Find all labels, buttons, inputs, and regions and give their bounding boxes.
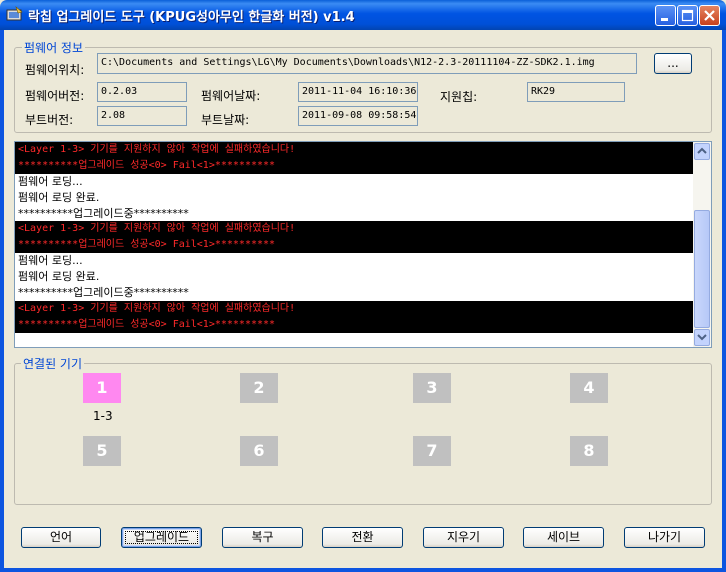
- app-icon: [6, 6, 23, 21]
- title-bar[interactable]: 락칩 업그레이드 도구 (KPUG성아무인 한글화 버전) v1.4: [0, 0, 726, 30]
- scroll-thumb[interactable]: [694, 210, 710, 328]
- log-line: **********업그레이드중**********: [18, 286, 189, 300]
- minimize-button[interactable]: [655, 5, 676, 26]
- language-button[interactable]: 언어: [21, 527, 101, 548]
- chevron-down-icon: [697, 334, 707, 341]
- log-line-error: <Layer 1-3> 기기를 지원하지 않아 작업에 실패하였습니다!: [15, 142, 693, 158]
- minimize-icon: [661, 18, 668, 21]
- log-line: 펌웨어 로딩...: [18, 254, 83, 268]
- log-line: 펌웨어 로딩...: [18, 174, 83, 188]
- maximize-button[interactable]: [677, 5, 698, 26]
- firmware-date-label: 펌웨어날짜:: [201, 89, 261, 103]
- boot-version-field: 2.08: [97, 106, 187, 126]
- window-border-left: [0, 30, 4, 572]
- restore-button[interactable]: 복구: [222, 527, 303, 548]
- device-slot-8[interactable]: 8: [570, 436, 608, 466]
- log-line: **********업그레이드중**********: [18, 206, 189, 220]
- log-scrollbar[interactable]: [693, 142, 711, 347]
- window-border-right: [722, 30, 726, 572]
- log-line-error: **********업그레이드 성공<0> Fail<1>**********: [15, 157, 693, 174]
- window-border-bottom: [0, 568, 726, 572]
- chevron-up-icon: [697, 147, 707, 154]
- log-line-error: <Layer 1-3> 기기를 지원하지 않아 작업에 실패하였습니다!: [15, 221, 693, 238]
- device-slot-6[interactable]: 6: [240, 436, 278, 466]
- save-button[interactable]: 세이브: [523, 527, 604, 548]
- maximize-icon: [681, 9, 694, 22]
- firmware-date-field: 2011-11-04 16:10:36: [298, 82, 418, 102]
- device-slot-1-location: 1-3: [93, 409, 113, 423]
- firmware-info-group-label: 펌웨어 정보: [22, 39, 86, 56]
- switch-button[interactable]: 전환: [322, 527, 403, 548]
- connected-devices-group-label: 연결된 기기: [21, 355, 85, 372]
- window-title: 락칩 업그레이드 도구 (KPUG성아무인 한글화 버전) v1.4: [28, 10, 355, 25]
- scroll-down-button[interactable]: [694, 329, 710, 346]
- supported-chip-field: RK29: [527, 82, 625, 102]
- browse-button[interactable]: ...: [654, 53, 692, 74]
- scroll-up-button[interactable]: [694, 143, 710, 160]
- firmware-path-label: 펌웨어위치:: [25, 63, 85, 77]
- device-slot-3[interactable]: 3: [413, 373, 451, 403]
- log-line-error: **********업그레이드 성공<0> Fail<1>**********: [15, 237, 693, 254]
- device-slot-4[interactable]: 4: [570, 373, 608, 403]
- boot-version-label: 부트버전:: [25, 113, 74, 127]
- upgrade-button[interactable]: 업그레이드: [121, 527, 202, 548]
- focus-ring: [125, 531, 198, 544]
- log-line-error: <Layer 1-3> 기기를 지원하지 않아 작업에 실패하였습니다!: [15, 300, 693, 317]
- boot-date-label: 부트날짜:: [201, 113, 250, 127]
- firmware-version-label: 펌웨어버전:: [25, 89, 85, 103]
- supported-chip-label: 지원칩:: [440, 90, 478, 104]
- device-slot-1[interactable]: 1: [83, 373, 121, 403]
- erase-button[interactable]: 지우기: [423, 527, 504, 548]
- log-lines: <Layer 1-3> 기기를 지원하지 않아 작업에 실패하였습니다! ****…: [15, 142, 693, 333]
- log-line: 펌웨어 로딩 완료.: [18, 270, 100, 284]
- log-output[interactable]: <Layer 1-3> 기기를 지원하지 않아 작업에 실패하였습니다! ****…: [14, 141, 712, 348]
- close-button[interactable]: [699, 5, 720, 26]
- firmware-version-field: 0.2.03: [97, 82, 187, 102]
- firmware-path-field[interactable]: C:\Documents and Settings\LG\My Document…: [97, 53, 637, 74]
- device-slot-2[interactable]: 2: [240, 373, 278, 403]
- exit-button[interactable]: 나가기: [624, 527, 705, 548]
- boot-date-field: 2011-09-08 09:58:54: [298, 106, 418, 126]
- device-slot-5[interactable]: 5: [83, 436, 121, 466]
- device-slot-7[interactable]: 7: [413, 436, 451, 466]
- log-line-error: **********업그레이드 성공<0> Fail<1>**********: [15, 316, 693, 333]
- close-icon: [704, 10, 715, 21]
- log-line: 펌웨어 로딩 완료.: [18, 190, 100, 204]
